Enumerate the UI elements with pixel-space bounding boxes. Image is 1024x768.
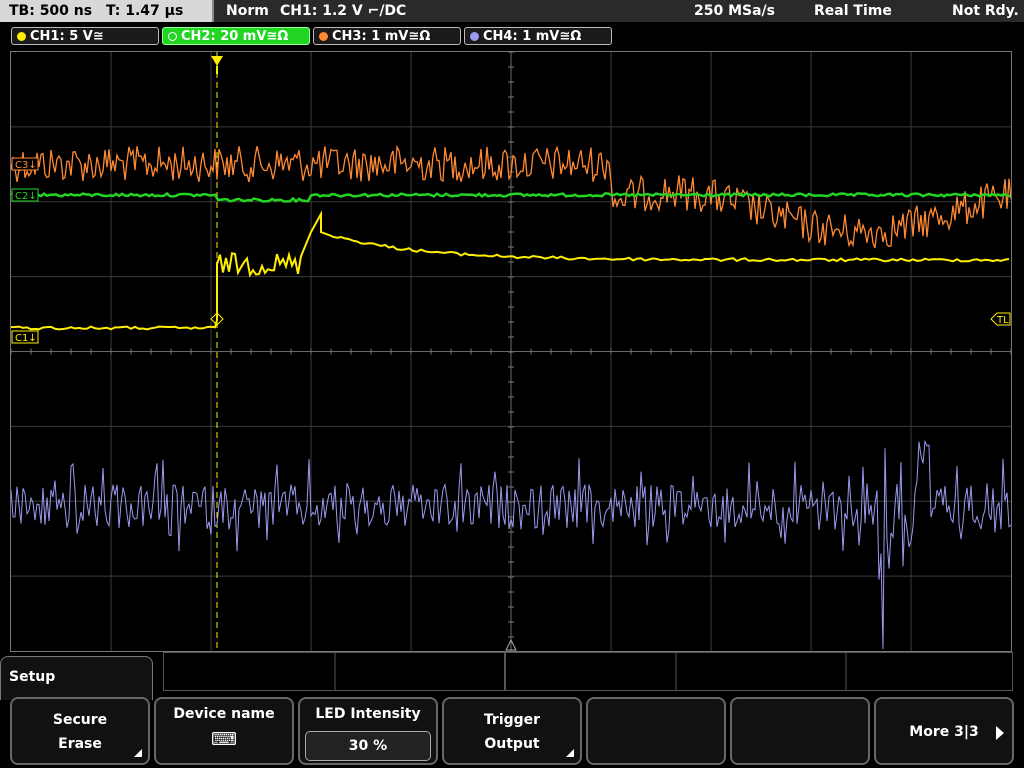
arrow-right-icon xyxy=(996,726,1004,740)
trigger-marker-icon xyxy=(211,56,223,66)
led-intensity-button[interactable]: LED Intensity 30 % xyxy=(298,697,438,765)
led-intensity-value-box[interactable]: 30 % xyxy=(305,731,431,761)
secure-erase-button[interactable]: Secure Erase xyxy=(10,697,150,765)
softkey-1-line1: Secure xyxy=(52,712,108,728)
softkey-7-line1: More 3|3 xyxy=(909,724,979,740)
submenu-corner-icon xyxy=(566,749,574,757)
softkey-3-line1: LED Intensity xyxy=(315,706,421,722)
softkey-2-line1: Device name xyxy=(173,706,275,722)
trigger-source: CH1: 1.2 V ⌐/DC xyxy=(280,3,407,19)
channel-1-dot-icon xyxy=(17,32,26,41)
zoom-strip xyxy=(163,652,1013,691)
channel-3-label: CH3: 1 mV≅Ω xyxy=(332,29,431,44)
softkey-4-line1: Trigger xyxy=(483,712,541,728)
status-bar: Norm CH1: 1.2 V ⌐/DC 250 MSa/s Real Time… xyxy=(214,0,1024,22)
channel-4-label: CH4: 1 mV≅Ω xyxy=(483,29,582,44)
more-button[interactable]: More 3|3 xyxy=(874,697,1014,765)
channel-1-label: CH1: 5 V≅ xyxy=(30,29,104,44)
channel-4-button[interactable]: CH4: 1 mV≅Ω xyxy=(464,27,612,45)
channel-3-button[interactable]: CH3: 1 mV≅Ω xyxy=(313,27,461,45)
menu-title-tab: Setup xyxy=(0,656,153,700)
trigger-state: Not Rdy. xyxy=(952,3,1019,19)
acquisition-mode: Real Time xyxy=(814,3,892,19)
softkey-6-empty[interactable] xyxy=(730,697,870,765)
channel-1-trace xyxy=(10,210,1010,331)
keyboard-icon: ⌨ xyxy=(211,729,237,750)
channel-3-marker-label: C3↓ xyxy=(15,160,37,171)
timebase-readout[interactable]: TB: 500 ns T: 1.47 µs xyxy=(0,0,214,22)
trigger-mode: Norm xyxy=(226,3,269,19)
waveform-graticule: C3↓ C2↓ C1↓ TL xyxy=(10,51,1012,651)
channel-2-label: CH2: 20 mV≅Ω xyxy=(181,29,289,44)
channel-4-dot-icon xyxy=(470,32,479,41)
waveform-display[interactable]: C3↓ C2↓ C1↓ TL xyxy=(10,51,1012,652)
menu-title: Setup xyxy=(9,669,56,685)
led-intensity-value: 30 % xyxy=(348,738,388,754)
channel-3-dot-icon xyxy=(319,32,328,41)
channel-2-button[interactable]: CH2: 20 mV≅Ω xyxy=(162,27,310,45)
channel-1-button[interactable]: CH1: 5 V≅ xyxy=(11,27,159,45)
submenu-corner-icon xyxy=(134,749,142,757)
channel-bar: CH1: 5 V≅ CH2: 20 mV≅Ω CH3: 1 mV≅Ω CH4: … xyxy=(0,24,1024,48)
softkey-4-line2: Output xyxy=(484,736,540,752)
trigger-level-label: TL xyxy=(996,315,1009,326)
channel-1-marker-label: C1↓ xyxy=(15,333,37,344)
sample-rate: 250 MSa/s xyxy=(694,3,776,19)
trigger-output-button[interactable]: Trigger Output xyxy=(442,697,582,765)
channel-2-marker-label: C2↓ xyxy=(15,191,37,202)
softkey-5-empty[interactable] xyxy=(586,697,726,765)
softkey-1-line2: Erase xyxy=(58,736,102,752)
zoom-strip-grid xyxy=(334,653,847,690)
timebase-value: TB: 500 ns xyxy=(9,3,93,19)
device-name-button[interactable]: Device name ⌨ xyxy=(154,697,294,765)
trigger-offset-value: T: 1.47 µs xyxy=(105,3,184,19)
channel-2-dot-icon xyxy=(168,32,177,41)
